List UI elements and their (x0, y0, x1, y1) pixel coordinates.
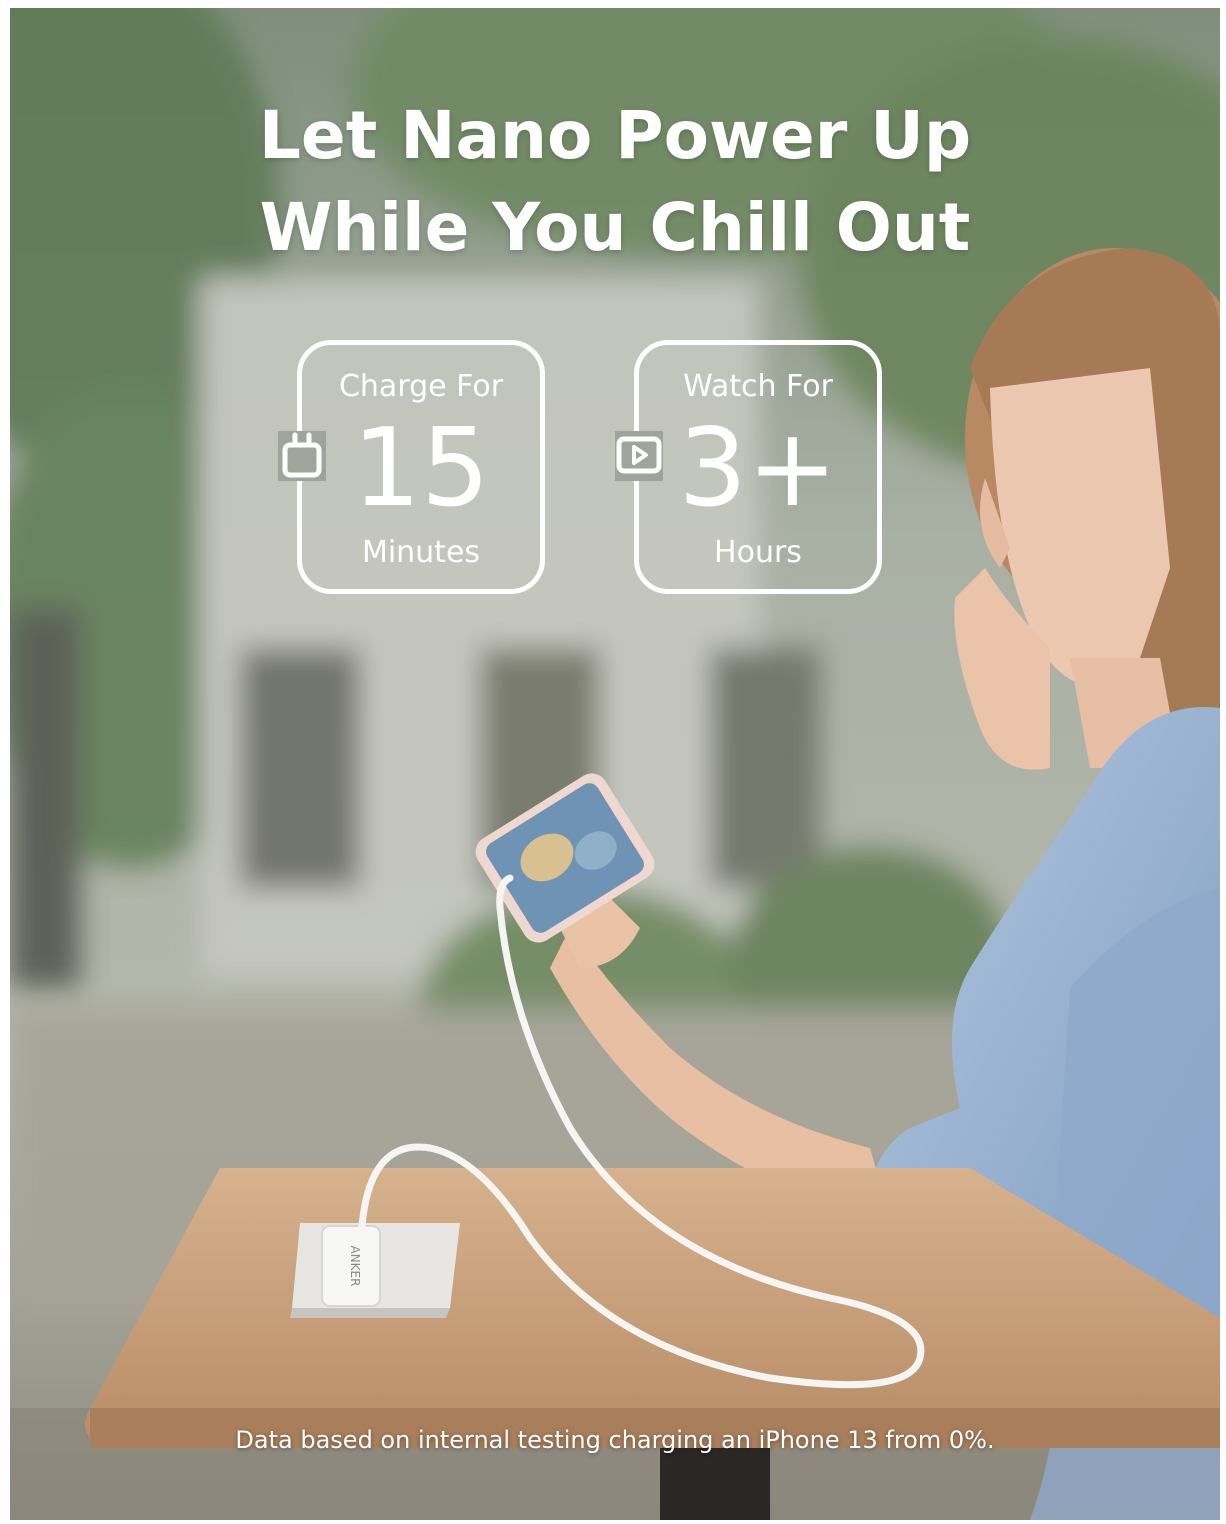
stat-card-watch: Watch For 3+ Hours (615, 340, 882, 594)
headline-line-2: While You Chill Out (259, 189, 971, 266)
headline-line-1: Let Nano Power Up (258, 97, 972, 174)
footnote-disclaimer: Data based on internal testing charging … (235, 1426, 995, 1454)
charger-brand-label: ANKER (348, 1246, 362, 1287)
stat-card-charge: Charge For 15 Minutes (278, 340, 545, 594)
stat-label-top: Charge For (338, 369, 504, 404)
stat-label-bottom: Minutes (361, 535, 481, 570)
product-hero-image: ANKER Let Nano Power Up While You Chill … (10, 8, 1220, 1520)
headline: Let Nano Power Up While You Chill Out (10, 90, 1220, 274)
stat-label-top: Watch For (683, 369, 833, 404)
stat-value: 3+ (678, 406, 838, 531)
stat-value: 15 (352, 406, 490, 531)
stat-label-bottom: Hours (714, 535, 802, 570)
